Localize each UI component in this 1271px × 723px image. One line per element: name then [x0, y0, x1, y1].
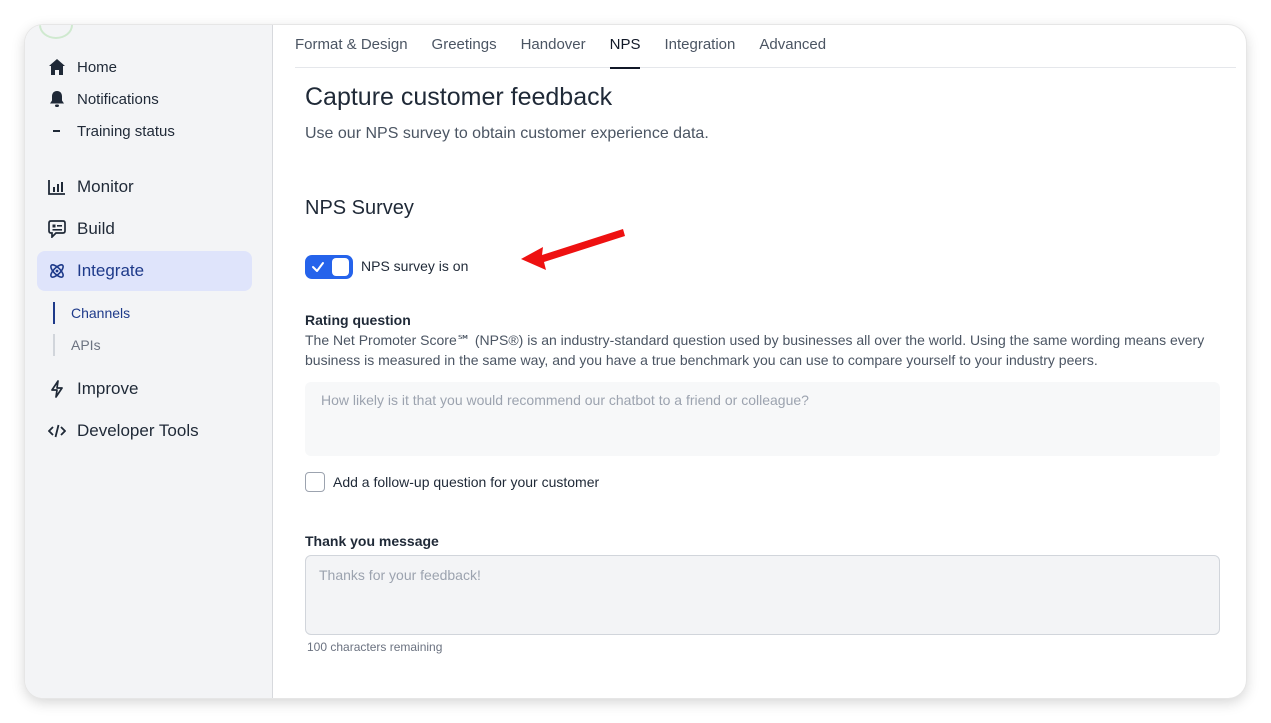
- page-title: Capture customer feedback: [305, 83, 613, 111]
- sidebar-item-build[interactable]: Build: [37, 209, 252, 249]
- chat-card-icon: [37, 220, 77, 238]
- chars-remaining: 100 characters remaining: [307, 640, 443, 654]
- tab-integration[interactable]: Integration: [664, 34, 735, 68]
- toggle-knob: [332, 258, 349, 276]
- app-window: Home Notifications Training status Monit…: [25, 25, 1246, 698]
- page-subtitle: Use our NPS survey to obtain customer ex…: [305, 125, 709, 142]
- check-icon: [312, 262, 324, 272]
- rating-question-field[interactable]: How likely is it that you would recommen…: [305, 382, 1220, 456]
- code-icon: [37, 424, 77, 438]
- sidebar-item-label: Notifications: [77, 90, 159, 108]
- home-icon: [37, 58, 77, 76]
- sidebar: Home Notifications Training status Monit…: [25, 25, 273, 698]
- sidebar-item-label: Improve: [77, 379, 139, 398]
- sidebar-item-label: Monitor: [77, 177, 134, 196]
- sidebar-item-label: Build: [77, 219, 115, 238]
- sidebar-item-monitor[interactable]: Monitor: [37, 167, 252, 207]
- nps-toggle[interactable]: [305, 255, 353, 279]
- sidebar-subitem-label: Channels: [71, 305, 131, 321]
- annotation-arrow-icon: [518, 226, 628, 273]
- bell-icon: [37, 90, 77, 108]
- tab-bar: Format & Design Greetings Handover NPS I…: [295, 34, 1236, 69]
- sidebar-item-label: Training status: [77, 122, 175, 140]
- followup-checkbox[interactable]: [305, 472, 325, 492]
- section-title: NPS Survey: [305, 197, 414, 219]
- sidebar-item-label: Developer Tools: [77, 421, 199, 440]
- sidebar-subitem-channels[interactable]: Channels: [53, 297, 233, 329]
- tab-advanced[interactable]: Advanced: [759, 34, 826, 68]
- sidebar-item-label: Home: [77, 58, 118, 76]
- sidebar-item-home[interactable]: Home: [37, 51, 252, 83]
- main-content: Format & Design Greetings Handover NPS I…: [273, 25, 1246, 698]
- thank-you-label: Thank you message: [305, 533, 439, 549]
- rating-question-help: The Net Promoter Score℠ (NPS®) is an ind…: [305, 332, 1205, 368]
- sidebar-item-training-status[interactable]: Training status: [37, 115, 252, 147]
- sidebar-item-integrate[interactable]: Integrate: [37, 251, 252, 291]
- sidebar-item-improve[interactable]: Improve: [37, 369, 252, 409]
- sidebar-item-developer-tools[interactable]: Developer Tools: [37, 411, 252, 451]
- tab-greetings[interactable]: Greetings: [432, 34, 497, 68]
- sidebar-item-label: Integrate: [77, 261, 145, 280]
- thank-you-field[interactable]: Thanks for your feedback!: [305, 555, 1220, 635]
- atom-icon: [37, 262, 77, 280]
- dash-icon: [37, 129, 77, 133]
- subitem-indicator: [53, 302, 55, 324]
- tab-nps[interactable]: NPS: [609, 34, 640, 69]
- logo: [39, 25, 73, 39]
- followup-label: Add a follow-up question for your custom…: [333, 474, 600, 490]
- sidebar-item-notifications[interactable]: Notifications: [37, 83, 252, 115]
- bolt-icon: [37, 380, 77, 398]
- toggle-label: NPS survey is on: [361, 258, 469, 274]
- chart-icon: [37, 179, 77, 195]
- subitem-indicator: [53, 334, 55, 356]
- sidebar-subitem-apis[interactable]: APIs: [53, 329, 233, 361]
- tab-format-design[interactable]: Format & Design: [295, 34, 408, 68]
- tab-handover[interactable]: Handover: [521, 34, 586, 68]
- rating-question-label: Rating question: [305, 312, 411, 328]
- sidebar-subitem-label: APIs: [71, 337, 101, 353]
